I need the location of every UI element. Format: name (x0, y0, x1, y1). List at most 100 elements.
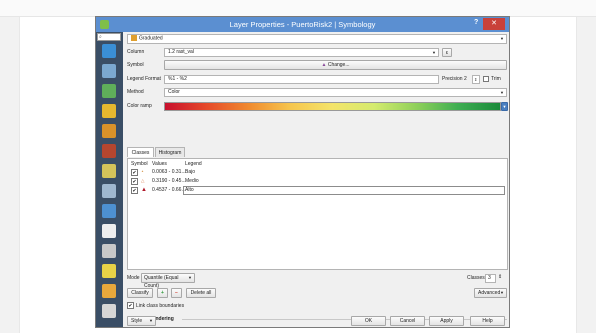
attributes-form-icon[interactable] (102, 184, 116, 198)
precision-label: Precision 2 (442, 76, 467, 82)
rendering-icon[interactable] (102, 284, 116, 298)
remove-class-button[interactable]: − (171, 288, 182, 298)
precision-spinbox[interactable]: ⇕ (472, 75, 480, 84)
chevron-down-icon: ▼ (432, 50, 436, 55)
chevron-down-icon: ▼ (502, 104, 507, 109)
chevron-down-icon: ▼ (500, 36, 504, 41)
classes-count-value: 3 (488, 275, 491, 281)
source-icon[interactable] (102, 64, 116, 78)
method-value: Color (168, 89, 180, 95)
style-label: Style (131, 318, 143, 324)
change-symbol-button[interactable]: ▲ Change... (164, 60, 507, 70)
close-button[interactable]: ✕ (483, 18, 505, 30)
color-ramp-dropdown[interactable]: ▼ (501, 102, 508, 111)
color-ramp-label: Color ramp (127, 103, 152, 109)
ok-button[interactable]: OK (351, 316, 386, 326)
graduated-icon (131, 35, 137, 41)
color-ramp-button[interactable] (164, 102, 501, 111)
method-row: Method Color ▼ (124, 87, 509, 97)
mode-label: Mode (127, 275, 140, 281)
information-icon[interactable] (102, 44, 116, 58)
search-icon: ⌕ (99, 34, 102, 40)
legend-format-label: Legend Format (127, 76, 161, 82)
3d-view-icon[interactable] (102, 144, 116, 158)
column-header-symbol: Symbol (131, 161, 148, 167)
color-ramp-row: Color ramp ▼ (124, 101, 509, 111)
tab-histogram[interactable]: Histogram (155, 147, 185, 157)
classes-count-spinbox[interactable]: 3 (485, 274, 496, 283)
column-header-legend: Legend (185, 161, 202, 167)
fields-icon[interactable] (102, 164, 116, 178)
trim-checkbox[interactable] (483, 76, 489, 82)
class-checkbox[interactable]: ✔ (131, 178, 138, 185)
sidebar-search-input[interactable]: ⌕ (97, 33, 121, 41)
method-select[interactable]: Color ▼ (164, 88, 507, 97)
class-values: 0.0063 - 0.31... (152, 169, 186, 175)
add-class-button[interactable]: + (157, 288, 168, 298)
labels-icon[interactable] (102, 104, 116, 118)
symbol-label: Symbol (127, 62, 144, 68)
actions-icon[interactable] (102, 244, 116, 258)
class-values: 0.3190 - 0.45... (152, 178, 186, 184)
table-row[interactable]: ✔ ▲ 0.0063 - 0.31... Bajo (128, 168, 507, 177)
legend-format-input[interactable]: %1 - %2 (164, 75, 439, 84)
sidebar: ⌕ (96, 32, 123, 327)
help-title-button[interactable]: ? (474, 19, 478, 26)
symbology-icon[interactable] (102, 84, 116, 98)
expression-button[interactable]: ε (442, 48, 452, 57)
chevron-down-icon: ▼ (188, 275, 192, 280)
tab-classes[interactable]: Classes (127, 147, 154, 157)
class-checkbox[interactable]: ✔ (131, 187, 138, 194)
delete-all-button[interactable]: Delete all (186, 288, 216, 298)
variables-icon[interactable] (102, 304, 116, 318)
triangle-symbol-icon: ▲ (141, 187, 147, 193)
triangle-symbol-icon: △ (141, 178, 145, 183)
style-button[interactable]: Style ▼ (127, 316, 156, 326)
legend-edit-box[interactable] (183, 186, 505, 195)
triangle-symbol-icon: ▲ (321, 62, 327, 68)
diagrams-icon[interactable] (102, 124, 116, 138)
top-strip (0, 0, 596, 17)
help-button[interactable]: Help (470, 316, 505, 326)
class-buttons-row: Classify + − Delete all Advanced ▼ (124, 288, 509, 298)
column-row: Column 1.2 rast_val ▼ ε (124, 47, 509, 57)
renderer-dropdown[interactable]: Graduated ▼ (127, 34, 507, 44)
class-legend: Medio (185, 178, 199, 184)
advanced-label: Advanced (478, 290, 501, 296)
legend-format-row: Legend Format %1 - %2 Precision 2 ⇕ Trim (124, 74, 509, 84)
mode-row: Mode Quantile (Equal Count) ▼ Classes 3 … (124, 273, 509, 289)
symbology-panel: Graduated ▼ Column 1.2 rast_val ▼ ε Symb… (124, 32, 509, 327)
advanced-button[interactable]: Advanced ▼ (474, 288, 507, 298)
link-boundaries-checkbox[interactable]: ✔ (127, 302, 134, 309)
mode-select[interactable]: Quantile (Equal Count) ▼ (141, 273, 195, 289)
display-icon[interactable] (102, 264, 116, 278)
class-checkbox[interactable]: ✔ (131, 169, 138, 176)
class-legend: Alto (185, 187, 194, 193)
apply-button[interactable]: Apply (429, 316, 464, 326)
spin-arrows-icon[interactable]: ⇕ (498, 274, 502, 280)
chevron-down-icon: ▼ (500, 290, 504, 295)
dialog-footer: Style ▼ OK Cancel Apply Help (124, 315, 509, 327)
classify-button[interactable]: Classify (127, 288, 153, 298)
classes-label: Classes (467, 275, 485, 281)
mode-value: Quantile (Equal Count) (144, 275, 179, 289)
legend-format-value: %1 - %2 (168, 76, 187, 82)
table-row[interactable]: ✔ ▲ 0.4537 - 0.66... Alto (128, 186, 507, 195)
change-symbol-label: Change... (327, 62, 350, 68)
chevron-down-icon: ▼ (149, 318, 153, 323)
column-select[interactable]: 1.2 rast_val ▼ (164, 48, 439, 57)
window-title: Layer Properties - PuertoRisk2 | Symbolo… (229, 20, 376, 29)
link-boundaries-row: ✔ Link class boundaries (124, 301, 324, 311)
joins-icon[interactable] (102, 204, 116, 218)
table-row[interactable]: ✔ △ 0.3190 - 0.45... Medio (128, 177, 507, 186)
cancel-button[interactable]: Cancel (390, 316, 425, 326)
column-label: Column (127, 49, 145, 55)
trim-label: Trim (491, 76, 501, 82)
auxiliary-storage-icon[interactable] (102, 224, 116, 238)
column-header-values: Values (152, 161, 167, 167)
classes-table: Symbol Values Legend ✔ ▲ 0.0063 - 0.31..… (127, 158, 508, 270)
layer-properties-window: Layer Properties - PuertoRisk2 | Symbolo… (95, 16, 510, 328)
chevron-down-icon: ▼ (500, 90, 504, 95)
renderer-value: Graduated (139, 35, 163, 42)
spin-arrows-icon: ⇕ (474, 77, 478, 82)
